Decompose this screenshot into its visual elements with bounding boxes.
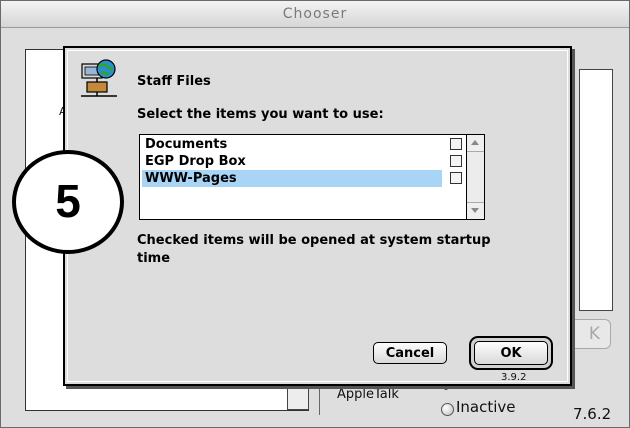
- item-checkbox[interactable]: [450, 155, 462, 167]
- network-volume-icon: [81, 59, 117, 97]
- arrow-up-icon: [471, 140, 479, 145]
- step-number-callout: 5: [12, 150, 124, 254]
- chooser-version: 7.6.2: [573, 405, 612, 423]
- chooser-ok-button[interactable]: K: [569, 319, 611, 349]
- list-item-label: Documents: [145, 137, 228, 152]
- list-item-documents[interactable]: Documents: [142, 136, 466, 153]
- scroll-up-button[interactable]: [467, 135, 484, 152]
- dialog-title: Staff Files: [137, 74, 211, 89]
- appletalk-active-radio[interactable]: [444, 386, 448, 390]
- chooser-server-list[interactable]: [579, 69, 613, 311]
- ok-button[interactable]: OK: [474, 341, 548, 365]
- appletalk-inactive-label: Inactive: [456, 398, 516, 416]
- scroll-down-button[interactable]: [467, 202, 484, 219]
- cancel-button[interactable]: Cancel: [373, 342, 447, 364]
- list-scrollbar[interactable]: [466, 135, 484, 219]
- default-button-ring: OK: [469, 336, 553, 370]
- chooser-title: Chooser: [282, 6, 348, 22]
- list-item-www-pages[interactable]: WWW-Pages: [142, 170, 462, 187]
- appletalk-label: AppleTalk: [337, 387, 399, 402]
- item-checkbox[interactable]: [450, 172, 462, 184]
- dialog-version: 3.9.2: [501, 372, 527, 383]
- appletalk-inactive-radio[interactable]: [441, 403, 454, 416]
- chooser-title-bar[interactable]: Chooser: [1, 1, 629, 28]
- chooser-ok-label: K: [588, 324, 600, 344]
- list-item-label: EGP Drop Box: [145, 154, 246, 169]
- chooser-divider: [319, 389, 320, 415]
- startup-note: Checked items will be opened at system s…: [137, 233, 491, 266]
- volume-list[interactable]: Documents EGP Drop Box WWW-Pages: [139, 134, 485, 220]
- item-checkbox[interactable]: [450, 138, 462, 150]
- staff-files-dialog: Staff Files Select the items you want to…: [63, 46, 572, 386]
- arrow-down-icon: [471, 208, 479, 213]
- list-item-label: WWW-Pages: [145, 171, 237, 186]
- list-item-egp-drop-box[interactable]: EGP Drop Box: [142, 153, 466, 170]
- dialog-prompt: Select the items you want to use:: [137, 107, 384, 122]
